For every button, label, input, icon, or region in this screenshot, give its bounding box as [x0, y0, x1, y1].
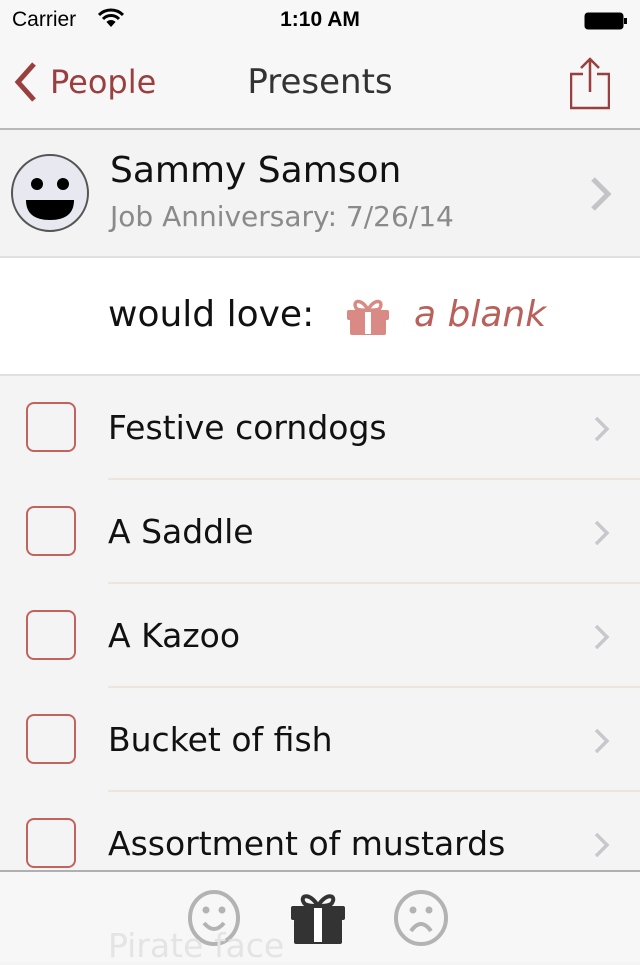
checkbox[interactable]: [26, 610, 76, 660]
would-love-row: would love: a blank: [0, 258, 640, 376]
present-row[interactable]: A Kazoo: [0, 584, 640, 688]
clock: 1:10 AM: [280, 8, 360, 31]
navigation-bar: People Presents: [0, 40, 640, 130]
gift-icon: [347, 299, 389, 335]
chevron-right-icon: [594, 416, 610, 442]
present-label: Assortment of mustards: [108, 824, 506, 863]
checkbox[interactable]: [26, 402, 76, 452]
status-bar: Carrier 1:10 AM: [0, 0, 640, 40]
person-occasion: Job Anniversary: 7/26/14: [110, 200, 454, 233]
checkbox[interactable]: [26, 506, 76, 556]
checkbox[interactable]: [26, 818, 76, 868]
chevron-right-icon: [591, 177, 612, 211]
tab-sad-frown-icon[interactable]: [392, 890, 450, 946]
present-label: A Saddle: [108, 512, 254, 551]
page-title: Presents: [247, 62, 393, 102]
chevron-right-icon: [594, 624, 610, 650]
present-label: A Kazoo: [108, 616, 241, 655]
battery-icon: [584, 12, 627, 30]
obscured-row-label: Pirate face: [108, 926, 285, 965]
checkbox[interactable]: [26, 714, 76, 764]
person-row[interactable]: Sammy Samson Job Anniversary: 7/26/14: [0, 130, 640, 258]
presents-list: Festive corndogs A Saddle A Kazoo Bucket…: [0, 376, 640, 896]
would-love-value[interactable]: a blank: [414, 294, 546, 335]
person-name: Sammy Samson: [110, 150, 402, 191]
would-love-label: would love:: [108, 294, 315, 335]
tab-bar: [0, 870, 640, 962]
chevron-right-icon: [594, 832, 610, 858]
present-label: Bucket of fish: [108, 720, 333, 759]
avatar-smiley-icon: [11, 154, 89, 232]
chevron-right-icon: [594, 520, 610, 546]
chevron-right-icon: [594, 728, 610, 754]
present-row[interactable]: Festive corndogs: [0, 376, 640, 480]
share-icon[interactable]: [570, 56, 610, 110]
present-row[interactable]: Bucket of fish: [0, 688, 640, 792]
present-row[interactable]: A Saddle: [0, 480, 640, 584]
tab-presents-gift-icon[interactable]: [290, 890, 346, 946]
present-label: Festive corndogs: [108, 408, 387, 447]
